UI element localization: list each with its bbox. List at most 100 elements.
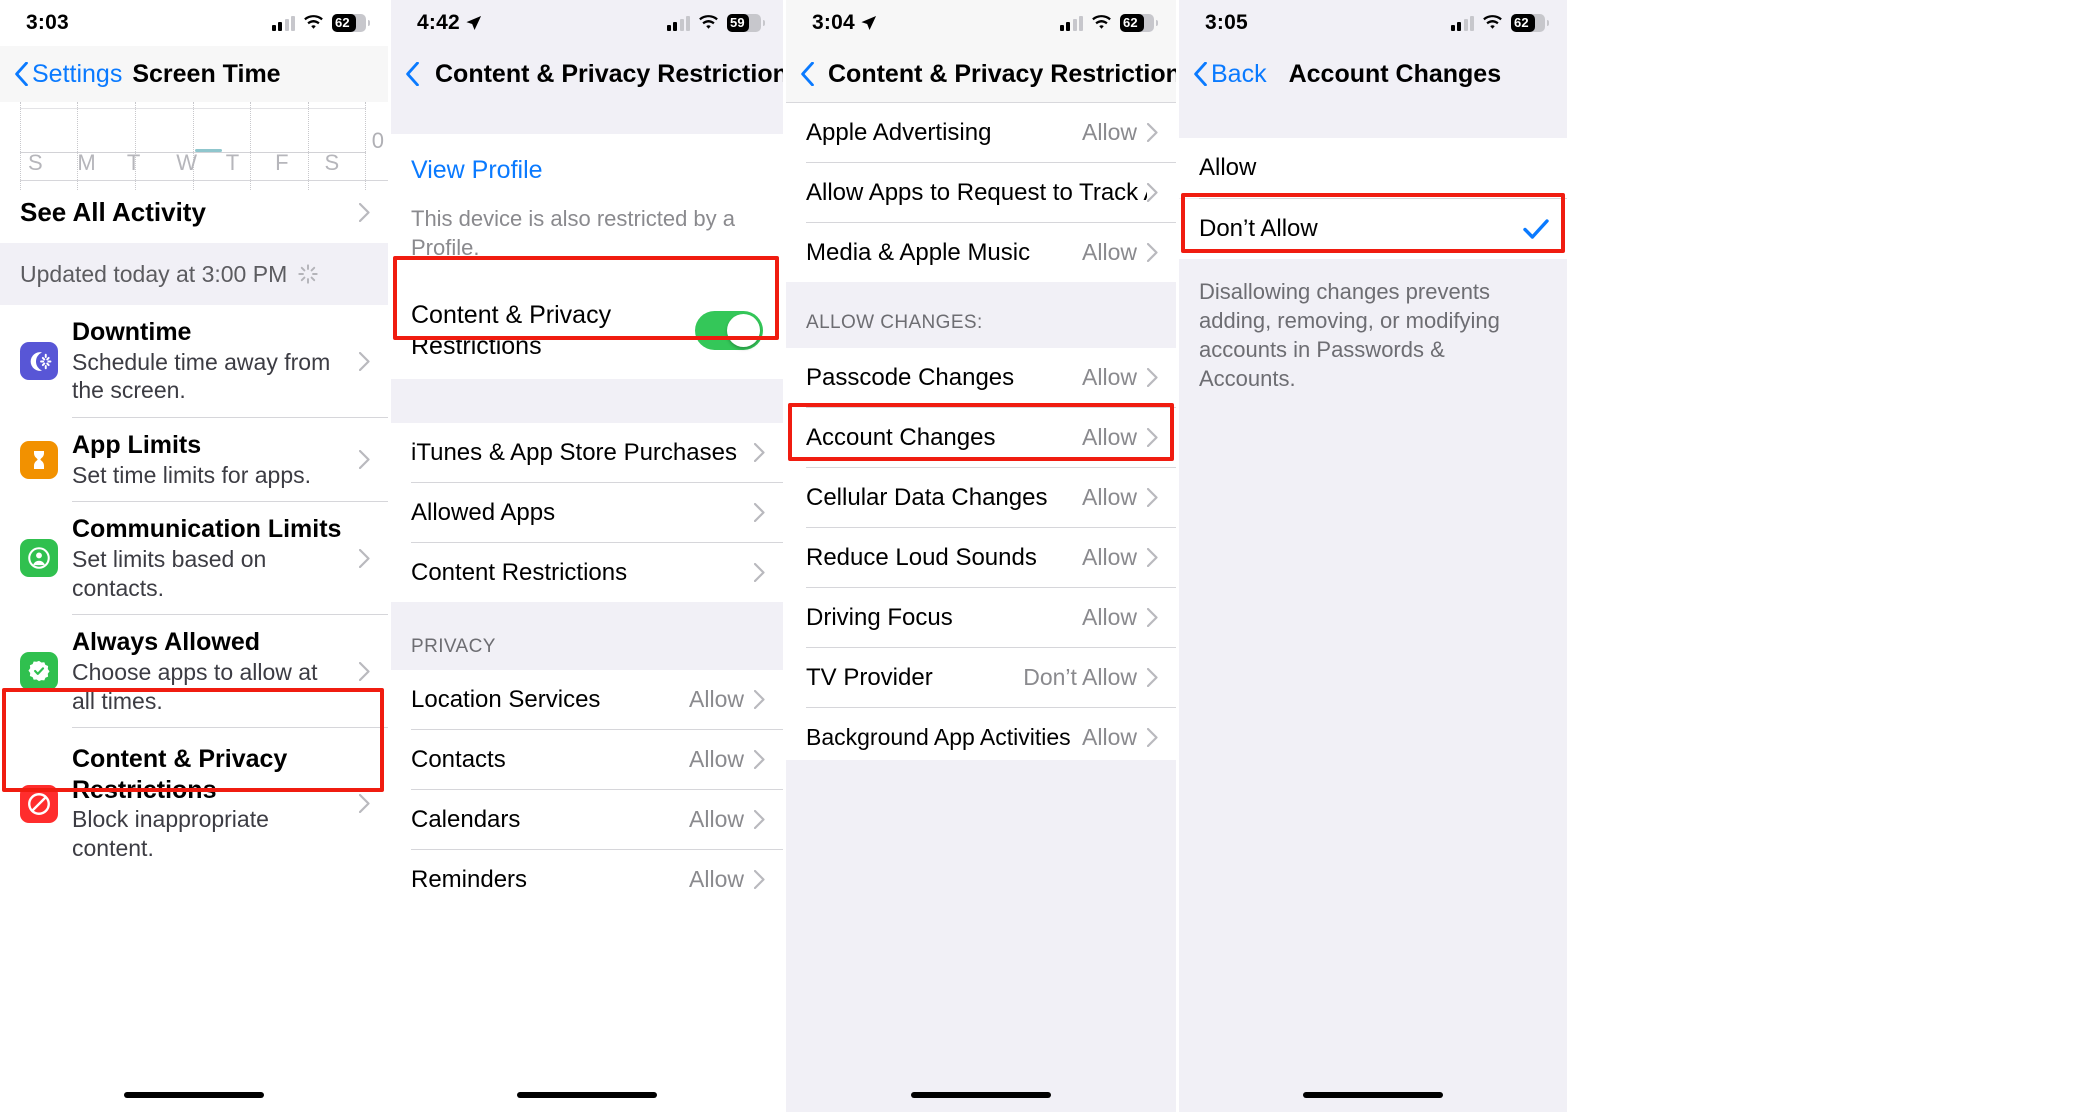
row-content-restrictions[interactable]: Content Restrictions bbox=[391, 543, 783, 603]
list-item-title: Communication Limits bbox=[72, 515, 342, 544]
nav-bar-4: Back Account Changes bbox=[1179, 46, 1567, 102]
list-item-subtitle: Choose apps to allow at all times. bbox=[72, 658, 318, 714]
list-item-content-privacy-restrictions[interactable]: Content & Privacy Restrictions Block ina… bbox=[0, 728, 388, 881]
row-label: Background App Activities bbox=[806, 724, 1071, 750]
back-button[interactable] bbox=[405, 62, 419, 86]
footnote-text: Disallowing changes prevents adding, rem… bbox=[1199, 279, 1500, 392]
chevron-left-icon bbox=[406, 62, 419, 86]
row-background-app-activities[interactable]: Background App Activities Allow bbox=[786, 708, 1176, 767]
cellular-bars-icon bbox=[666, 15, 690, 31]
row-value: Allow bbox=[1082, 364, 1137, 390]
row-reduce-loud-sounds[interactable]: Reduce Loud Sounds Allow bbox=[786, 528, 1176, 587]
status-right-3: 62 bbox=[1059, 14, 1158, 32]
row-contacts[interactable]: Contacts Allow bbox=[391, 730, 783, 790]
status-left-1: 3:03 bbox=[26, 11, 69, 35]
back-button[interactable] bbox=[800, 62, 814, 86]
page-title: Account Changes bbox=[1288, 59, 1502, 88]
row-value: Allow bbox=[689, 686, 744, 713]
nav-bar-3: Content & Privacy Restrictions bbox=[786, 46, 1176, 102]
row-value: Allow bbox=[1082, 484, 1137, 510]
updated-text: Updated today at 3:00 PM bbox=[20, 260, 288, 287]
chevron-right-icon bbox=[1147, 123, 1158, 142]
section-header-allow-changes: ALLOW CHANGES: bbox=[786, 282, 1176, 348]
always-allowed-text: Always Allowed Choose apps to allow at a… bbox=[72, 627, 345, 715]
chevron-right-icon bbox=[359, 794, 370, 813]
chevron-right-icon bbox=[1147, 608, 1158, 627]
list-item-app-limits[interactable]: App Limits Set time limits for apps. bbox=[0, 418, 388, 502]
phone-screenshots-row: 3:03 62 Settings Screen Time S M T W T F… bbox=[0, 0, 2100, 1112]
chevron-left-icon bbox=[15, 62, 28, 86]
see-all-activity-row[interactable]: See All Activity bbox=[0, 181, 388, 243]
day-label: M bbox=[77, 150, 96, 175]
row-media-apple-music[interactable]: Media & Apple Music Allow bbox=[786, 223, 1176, 282]
row-label: Allow Apps to Request to Track A bbox=[806, 178, 1147, 206]
row-label: Location Services bbox=[411, 685, 601, 713]
chevron-right-icon bbox=[754, 563, 765, 583]
chart-axis-max: 0 bbox=[371, 128, 384, 153]
checkmark-icon bbox=[1523, 219, 1549, 239]
battery-level: 62 bbox=[1514, 15, 1529, 30]
chevron-right-icon bbox=[1147, 488, 1158, 507]
row-passcode-changes[interactable]: Passcode Changes Allow bbox=[786, 348, 1176, 407]
row-label: Reduce Loud Sounds bbox=[806, 543, 1037, 571]
row-itunes-app-store-purchases[interactable]: iTunes & App Store Purchases bbox=[391, 423, 783, 483]
panel-screen-time: 3:03 62 Settings Screen Time S M T W T F… bbox=[0, 0, 388, 1112]
cellular-bars-icon bbox=[1450, 15, 1474, 31]
chart-day-labels: S M T W T F S bbox=[20, 150, 366, 176]
app-limits-text: App Limits Set time limits for apps. bbox=[72, 430, 345, 489]
back-button-settings[interactable]: Settings bbox=[14, 60, 122, 89]
chevron-right-icon bbox=[754, 810, 765, 830]
cellular-bars-icon bbox=[1059, 15, 1083, 31]
row-apple-advertising[interactable]: Apple Advertising Allow bbox=[786, 103, 1176, 162]
option-label: Allow bbox=[1199, 154, 1257, 181]
home-indicator bbox=[124, 1092, 264, 1098]
list-item-subtitle: Set time limits for apps. bbox=[72, 461, 312, 488]
back-button-back[interactable]: Back bbox=[1193, 60, 1267, 89]
status-left-4: 3:05 bbox=[1205, 11, 1248, 35]
list-item-always-allowed[interactable]: Always Allowed Choose apps to allow at a… bbox=[0, 615, 388, 728]
home-indicator-wrap-3 bbox=[786, 1078, 1176, 1112]
list-item-communication-limits[interactable]: Communication Limits Set limits based on… bbox=[0, 502, 388, 615]
content-privacy-text: Content & Privacy Restrictions Block ina… bbox=[72, 744, 345, 863]
content-privacy-toggle[interactable] bbox=[695, 311, 763, 351]
chevron-right-icon bbox=[1147, 428, 1158, 447]
row-calendars[interactable]: Calendars Allow bbox=[391, 790, 783, 850]
row-reminders[interactable]: Reminders Allow bbox=[391, 850, 783, 910]
row-account-changes[interactable]: Account Changes Allow bbox=[786, 408, 1176, 467]
list-item-subtitle: Schedule time away from the screen. bbox=[72, 348, 331, 404]
row-cellular-data-changes[interactable]: Cellular Data Changes Allow bbox=[786, 468, 1176, 527]
view-profile-link[interactable]: View Profile bbox=[391, 134, 783, 201]
screen-time-chart[interactable]: S M T W T F S 0 bbox=[0, 102, 388, 190]
row-location-services[interactable]: Location Services Allow bbox=[391, 670, 783, 730]
row-label: Cellular Data Changes bbox=[806, 483, 1048, 511]
status-time: 3:03 bbox=[26, 11, 69, 34]
chevron-right-icon bbox=[1147, 243, 1158, 262]
battery-icon: 59 bbox=[727, 14, 765, 32]
wifi-icon bbox=[1483, 15, 1502, 29]
chevron-right-icon bbox=[754, 503, 765, 523]
row-allow-apps-request-track[interactable]: Allow Apps to Request to Track A bbox=[786, 163, 1176, 222]
home-indicator bbox=[911, 1092, 1051, 1098]
downtime-text: Downtime Schedule time away from the scr… bbox=[72, 317, 345, 405]
row-allowed-apps[interactable]: Allowed Apps bbox=[391, 483, 783, 543]
list-item-subtitle: Set limits based on contacts. bbox=[72, 545, 267, 601]
list-item-downtime[interactable]: Downtime Schedule time away from the scr… bbox=[0, 305, 388, 417]
cellular-bars-icon bbox=[271, 15, 295, 31]
row-driving-focus[interactable]: Driving Focus Allow bbox=[786, 588, 1176, 647]
chevron-right-icon bbox=[1147, 183, 1158, 202]
day-label: T bbox=[126, 150, 141, 175]
battery-level: 62 bbox=[1123, 15, 1138, 30]
row-label: Calendars bbox=[411, 805, 521, 833]
row-tv-provider[interactable]: TV Provider Don’t Allow bbox=[786, 648, 1176, 707]
back-label: Back bbox=[1211, 59, 1267, 88]
day-label: T bbox=[225, 150, 240, 175]
row-content-privacy-restrictions-toggle[interactable]: Content & Privacy Restrictions bbox=[391, 282, 783, 380]
row-label: Allowed Apps bbox=[411, 498, 556, 526]
list-item-title: Downtime bbox=[72, 318, 192, 346]
option-row-allow[interactable]: Allow bbox=[1179, 138, 1567, 198]
option-row-dont-allow[interactable]: Don’t Allow bbox=[1179, 199, 1567, 259]
see-all-activity-label: See All Activity bbox=[20, 196, 206, 227]
chevron-left-icon bbox=[1194, 62, 1207, 86]
sparkle-icon bbox=[298, 264, 318, 284]
location-arrow-icon bbox=[466, 15, 481, 30]
